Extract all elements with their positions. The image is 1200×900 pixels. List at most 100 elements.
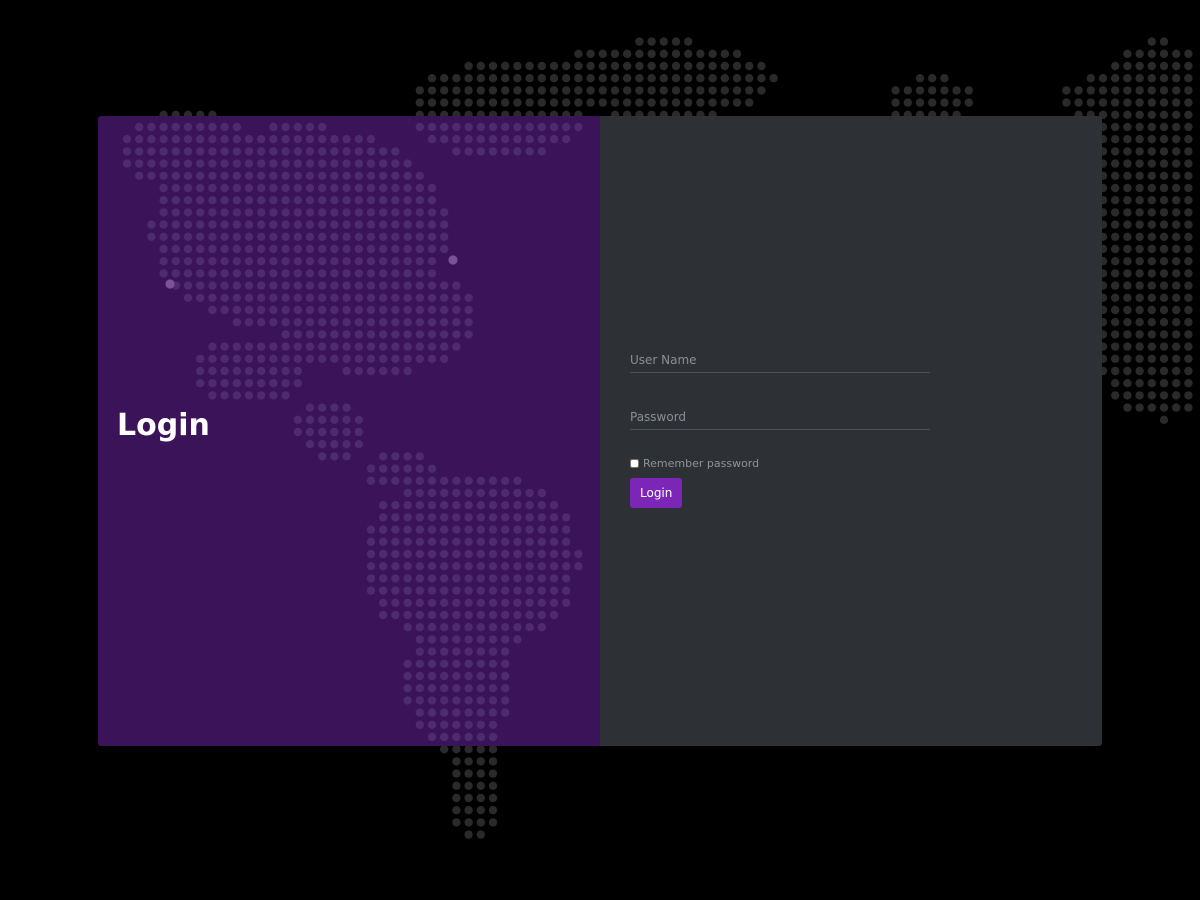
- map-dot: [610, 61, 620, 71]
- map-dot: [391, 562, 400, 571]
- map-dot: [427, 525, 437, 534]
- map-dot: [403, 171, 412, 180]
- map-dot: [610, 74, 620, 83]
- map-dot: [1111, 147, 1120, 156]
- map-dot: [488, 501, 498, 510]
- map-dot: [415, 574, 424, 583]
- map-dot: [257, 293, 266, 302]
- map-dot: [488, 623, 498, 632]
- map-dot: [403, 269, 412, 278]
- map-dot: [1111, 257, 1120, 266]
- map-dot: [732, 86, 742, 95]
- map-dot: [330, 257, 339, 266]
- map-dot: [745, 74, 754, 83]
- map-dot: [525, 86, 534, 95]
- map-dot: [427, 476, 437, 485]
- map-dot: [220, 232, 229, 241]
- map-dot: [440, 635, 449, 644]
- map-dot: [330, 196, 339, 205]
- map-dot: [1172, 86, 1181, 95]
- map-dot: [391, 257, 400, 266]
- map-dot: [183, 183, 193, 193]
- map-dot: [257, 354, 266, 363]
- map-dot: [305, 342, 315, 351]
- map-dot: [562, 598, 571, 607]
- map-dot: [488, 696, 498, 705]
- map-dot: [1111, 330, 1120, 339]
- map-dot: [488, 598, 498, 607]
- map-dot: [1172, 391, 1181, 400]
- map-dot: [1135, 122, 1144, 132]
- map-dot: [232, 391, 241, 400]
- map-dot: [354, 135, 363, 144]
- map-dot: [440, 220, 449, 229]
- map-dot: [1184, 354, 1193, 363]
- username-input[interactable]: [630, 348, 930, 373]
- map-dot: [1123, 147, 1132, 156]
- map-dot: [440, 74, 449, 83]
- map-dot: [488, 757, 498, 766]
- map-dot: [403, 354, 412, 363]
- map-dot: [525, 488, 534, 498]
- map-dot: [525, 537, 534, 546]
- map-dot: [366, 318, 376, 327]
- map-dot: [1123, 183, 1132, 193]
- map-dot: [159, 122, 168, 132]
- map-dot: [440, 732, 449, 742]
- login-button[interactable]: Login: [630, 478, 683, 508]
- map-dot: [269, 379, 278, 388]
- map-dot: [171, 232, 180, 241]
- map-dot: [1159, 403, 1169, 412]
- map-dot: [525, 610, 534, 620]
- map-dot: [574, 61, 583, 71]
- map-dot: [696, 74, 705, 83]
- map-dot: [513, 537, 522, 546]
- map-dot: [232, 232, 241, 241]
- map-dot: [1159, 269, 1169, 278]
- map-dot: [159, 183, 168, 193]
- map-dot: [684, 61, 693, 71]
- map-dot: [1123, 354, 1132, 363]
- remember-password-label[interactable]: Remember password: [643, 457, 759, 470]
- map-dot: [403, 293, 412, 302]
- map-dot: [159, 135, 168, 144]
- map-dot: [549, 574, 559, 583]
- map-dot: [183, 208, 193, 217]
- map-dot: [391, 476, 400, 485]
- map-dot: [257, 183, 266, 193]
- map-dot: [232, 293, 241, 302]
- map-dot: [415, 183, 424, 193]
- map-dot: [415, 671, 424, 681]
- map-dot: [427, 732, 437, 742]
- map-dot: [122, 135, 132, 144]
- map-dot: [635, 49, 644, 58]
- map-dot: [574, 74, 583, 83]
- map-dot: [964, 86, 973, 95]
- map-dot: [549, 610, 559, 620]
- map-dot: [196, 171, 205, 180]
- map-dot: [354, 281, 363, 290]
- map-dot: [183, 257, 193, 266]
- map-dot: [1123, 86, 1132, 95]
- remember-password-checkbox[interactable]: [630, 458, 639, 468]
- map-dot: [476, 598, 485, 607]
- map-dot: [427, 684, 437, 693]
- map-dot: [952, 86, 961, 95]
- password-input[interactable]: [630, 405, 930, 430]
- map-dot: [549, 513, 559, 522]
- map-dot: [1159, 330, 1169, 339]
- map-dot: [952, 98, 961, 107]
- map-dot: [513, 61, 522, 71]
- map-dot: [1135, 305, 1144, 315]
- map-dot: [488, 574, 498, 583]
- map-dot: [244, 293, 254, 302]
- map-dot: [159, 232, 168, 241]
- map-dot: [220, 305, 229, 315]
- map-dot: [1111, 366, 1120, 376]
- map-dot: [318, 183, 327, 193]
- map-dot: [354, 159, 363, 168]
- map-dot: [257, 391, 266, 400]
- map-dot: [342, 159, 351, 168]
- map-dot: [403, 549, 412, 559]
- map-dot: [903, 98, 912, 107]
